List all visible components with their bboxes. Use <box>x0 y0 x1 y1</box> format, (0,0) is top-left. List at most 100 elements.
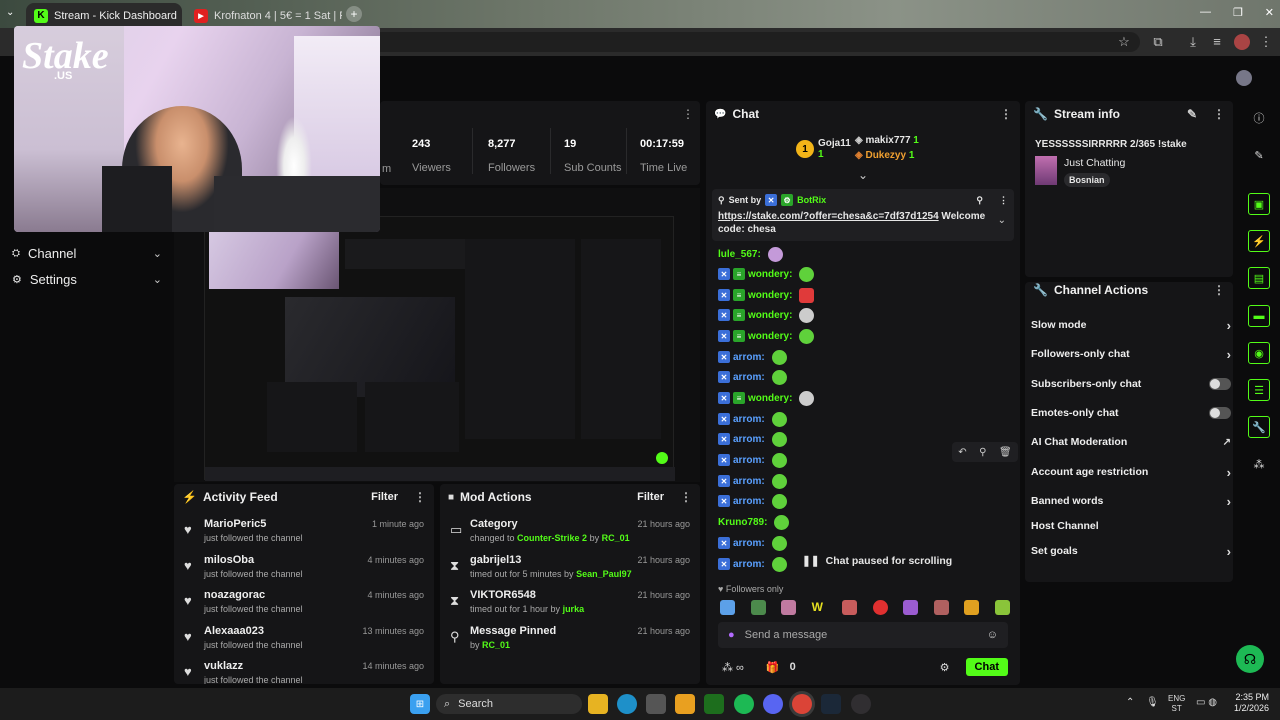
media-icon[interactable]: ≡ <box>1209 34 1225 50</box>
emote-icon[interactable] <box>964 600 980 615</box>
xbox-icon[interactable] <box>704 694 724 714</box>
sidebar-item-settings[interactable]: ⚙ Settings ⌄ <box>12 266 162 292</box>
pencil-icon[interactable]: ✎ <box>1248 144 1270 166</box>
store-icon[interactable] <box>646 694 666 714</box>
action-banned-words[interactable]: Banned words › <box>1031 491 1231 511</box>
extensions-icon[interactable]: ⧉ <box>1150 34 1166 50</box>
heart-icon: ♥ <box>184 593 192 608</box>
webcam-overlay: Stake .US <box>14 26 380 232</box>
reply-icon[interactable]: ↶ <box>958 447 966 458</box>
chat-paused-notice[interactable]: ❚❚ Chat paused for scrolling <box>796 552 959 570</box>
kebab-icon[interactable]: ⋮ <box>1213 107 1225 121</box>
star-icon[interactable]: ☆ <box>1116 34 1132 50</box>
discord-icon[interactable] <box>763 694 783 714</box>
stat-sub-counts: 19 Sub Counts <box>564 138 622 174</box>
chevron-down-icon[interactable]: ⌄ <box>998 215 1006 226</box>
action-slow-mode[interactable]: Slow mode › <box>1031 315 1231 335</box>
pinned-link[interactable]: https://stake.com/?offer=chesa&c=7df37d1… <box>718 211 939 222</box>
pinned-message[interactable]: ⚲ Sent by ✕ ⚙ BotRix ⚲ ⋮ https://stake.c… <box>712 189 1014 241</box>
action-subscribers-only[interactable]: Subscribers-only chat <box>1031 374 1231 394</box>
action-host-channel[interactable]: Host Channel <box>1031 516 1231 536</box>
file-explorer-icon[interactable] <box>588 694 608 714</box>
send-chat-button[interactable]: Chat <box>965 658 1008 676</box>
kebab-icon[interactable]: ⋮ <box>999 195 1008 206</box>
spotify-icon[interactable] <box>734 694 754 714</box>
message-hover-actions: ↶ ⚲ 🗑 <box>952 442 1018 462</box>
clipboard-icon[interactable]: ▤ <box>1248 267 1270 289</box>
action-followers-only[interactable]: Followers-only chat › <box>1031 344 1231 364</box>
emote-icon[interactable] <box>781 600 797 615</box>
activity-feed-title: Activity Feed <box>202 490 278 504</box>
mic-icon[interactable]: ● <box>728 629 735 641</box>
pin-icon[interactable]: ⚲ <box>979 447 986 458</box>
heart-icon: ♥ <box>184 522 192 537</box>
emote-icon[interactable] <box>933 600 949 615</box>
filter-button[interactable]: Filter <box>371 491 398 503</box>
tab-youtube[interactable]: ▶ Krofnaton 4 | 5€ = 1 Sat | Po ✕ <box>186 3 342 28</box>
action-set-goals[interactable]: Set goals › <box>1031 541 1231 561</box>
minimize-icon[interactable]: — <box>1200 6 1211 22</box>
info-icon[interactable]: ⓘ <box>1248 107 1270 129</box>
focus-icon[interactable]: ▣ <box>1248 193 1270 215</box>
layout-icon[interactable]: ☰ <box>1248 379 1270 401</box>
taskbar-search[interactable]: ⌕ Search <box>436 694 582 714</box>
emotes-only-toggle[interactable] <box>1209 407 1231 419</box>
stats-kebab-icon[interactable]: ⋮ <box>682 107 694 121</box>
steam-icon[interactable] <box>821 694 841 714</box>
download-icon[interactable]: ⤓ <box>1185 34 1201 50</box>
chat-input[interactable]: ● Send a message ☺ <box>718 622 1008 648</box>
new-tab-button[interactable]: + <box>346 6 362 22</box>
app-icon[interactable] <box>675 694 695 714</box>
emote-icon[interactable] <box>720 600 735 615</box>
filter-button[interactable]: Filter <box>637 491 664 503</box>
tray-chevron-icon[interactable]: ⌃ <box>1126 697 1134 708</box>
edit-icon[interactable]: ✎ <box>1187 107 1197 121</box>
broadcast-icon[interactable]: ◉ <box>1248 342 1270 364</box>
wrench-rail-icon[interactable]: 🔧 <box>1248 416 1270 438</box>
emote-icon[interactable] <box>842 600 858 615</box>
nodes-icon[interactable]: ⁂ <box>1248 453 1270 475</box>
tab-list-button[interactable]: ⌄ <box>6 7 20 21</box>
kick-icon: K <box>34 8 48 23</box>
stream-preview[interactable] <box>174 188 700 482</box>
kebab-icon[interactable]: ⋮ <box>1000 107 1012 121</box>
users-icon[interactable]: ⁂ ∞ <box>722 661 744 674</box>
tray-mic-icon[interactable]: 🎙 <box>1146 697 1159 708</box>
tray-clock[interactable]: 2:35 PM 1/2/2026 <box>1234 692 1269 714</box>
chevron-right-icon: › <box>1226 493 1231 509</box>
kebab-icon[interactable]: ⋮ <box>414 490 426 504</box>
emote-icon[interactable] <box>994 600 1010 615</box>
subscribers-only-toggle[interactable] <box>1209 378 1231 390</box>
action-account-age[interactable]: Account age restriction › <box>1031 462 1231 482</box>
close-window-icon[interactable]: ✕ <box>1265 6 1274 22</box>
delete-icon[interactable]: 🗑 <box>999 447 1012 458</box>
action-emotes-only[interactable]: Emotes-only chat <box>1031 403 1231 423</box>
emoji-icon[interactable]: ☺ <box>987 629 998 641</box>
edge-icon[interactable] <box>617 694 637 714</box>
profile-icon[interactable] <box>1234 34 1250 50</box>
gift-icon[interactable]: 🎁 <box>766 661 780 674</box>
emote-icon[interactable] <box>903 600 919 615</box>
maximize-icon[interactable]: ❐ <box>1233 6 1243 22</box>
sidebar-item-channel[interactable]: ⛭ Channel ⌄ <box>12 240 162 266</box>
tray-language[interactable]: ENG ST <box>1168 694 1185 714</box>
emote-icon[interactable] <box>872 600 888 615</box>
gear-icon[interactable]: ⚙ <box>940 661 950 674</box>
expand-leaderboard-icon[interactable]: ⌄ <box>858 168 868 182</box>
chrome-icon[interactable] <box>792 694 812 714</box>
emote-icon[interactable] <box>750 600 766 615</box>
action-ai-moderation[interactable]: AI Chat Moderation ↗ <box>1031 432 1231 452</box>
tray-network-icon[interactable]: ▭ ◍ <box>1196 697 1217 708</box>
windows-start-icon[interactable]: ⊞ <box>410 694 430 714</box>
chat-rail-icon[interactable]: ▬ <box>1248 305 1270 327</box>
kebab-icon[interactable]: ⋮ <box>680 490 692 504</box>
tab-kick-dashboard[interactable]: K Stream - Kick Dashboard ✕ <box>26 3 182 28</box>
unpin-icon[interactable]: ⚲ <box>976 195 983 206</box>
kebab-icon[interactable]: ⋮ <box>1213 283 1225 297</box>
emote-w-icon[interactable]: W <box>812 600 827 615</box>
user-avatar[interactable] <box>1236 70 1252 86</box>
obs-icon[interactable] <box>851 694 871 714</box>
menu-icon[interactable]: ⋮ <box>1258 34 1274 50</box>
support-button[interactable]: ☊ <box>1236 645 1264 673</box>
flash-icon[interactable]: ⚡ <box>1248 230 1270 252</box>
